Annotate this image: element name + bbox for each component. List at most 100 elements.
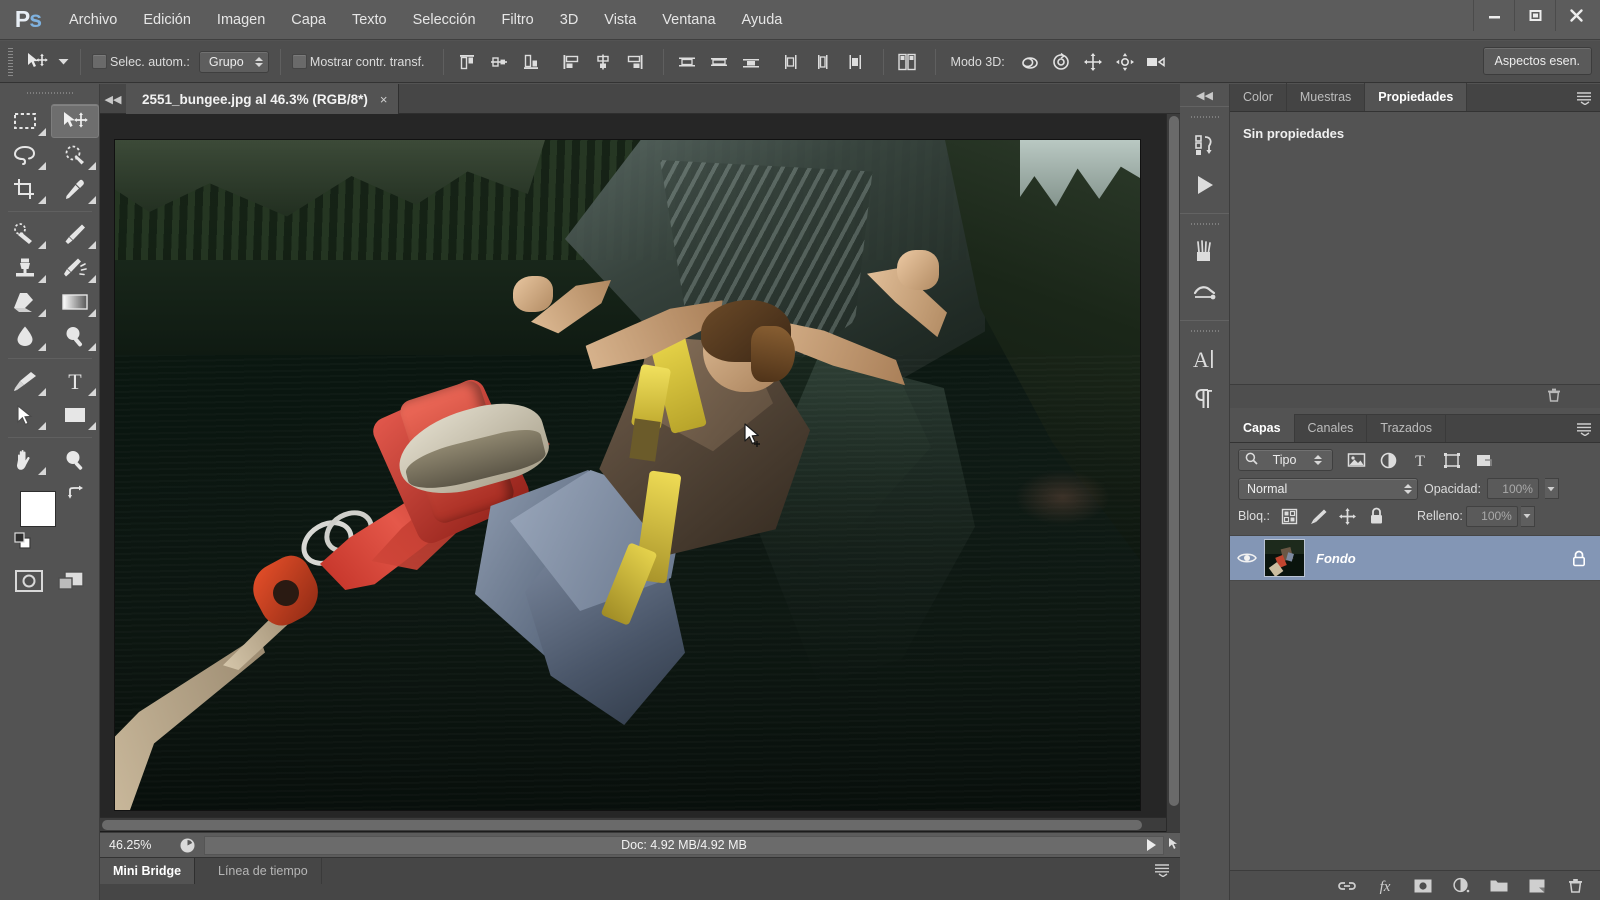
layer-style-fx-icon[interactable]: fx [1368,873,1402,899]
resize-grip[interactable] [1166,837,1180,854]
actions-panel-icon[interactable] [1180,165,1229,205]
menu-ayuda[interactable]: Ayuda [729,0,796,40]
pan-3d-icon[interactable] [1077,47,1109,77]
bottom-panel-menu-icon[interactable] [1154,863,1172,880]
new-adjustment-layer-icon[interactable] [1444,873,1478,899]
orbit-3d-icon[interactable] [1013,47,1045,77]
tools-panel-grip[interactable] [26,86,73,100]
tab-muestras[interactable]: Muestras [1287,83,1366,111]
layer-name[interactable]: Fondo [1316,551,1558,566]
character-panel-icon[interactable]: A [1180,339,1229,379]
menu-imagen[interactable]: Imagen [204,0,278,40]
zoom-level-field[interactable]: 46.25% [100,838,172,852]
timing-icon[interactable] [172,837,202,854]
filter-pixel-icon[interactable] [1341,448,1371,472]
properties-panel-menu-icon[interactable] [1576,91,1594,108]
distribute-right-edges-icon[interactable] [839,47,871,77]
tool-gradient[interactable] [51,285,99,319]
paragraph-panel-icon[interactable] [1180,379,1229,419]
delete-layer-icon[interactable] [1558,873,1592,899]
tool-rectangular-marquee[interactable] [1,104,49,138]
layer-thumbnail-cell[interactable] [1264,539,1311,577]
tool-pen[interactable] [1,364,49,398]
tool-quick-selection[interactable] [51,138,99,172]
tool-hand[interactable] [1,443,49,477]
tab-linea-de-tiempo[interactable]: Línea de tiempo [205,858,322,884]
menu-ventana[interactable]: Ventana [649,0,728,40]
tool-rectangle[interactable] [51,398,99,432]
canvas-vertical-scrollbar[interactable] [1166,114,1180,832]
tool-move[interactable] [51,104,99,138]
history-panel-icon[interactable] [1180,125,1229,165]
show-transform-checkbox[interactable] [291,54,307,69]
align-right-edges-icon[interactable] [619,47,651,77]
restore-button[interactable] [1514,0,1555,31]
opacity-stepper[interactable] [1544,478,1559,499]
document-tab[interactable]: 2551_bungee.jpg al 46.3% (RGB/8*) × [126,84,400,114]
new-group-icon[interactable] [1482,873,1516,899]
opacity-field[interactable]: 100% [1486,478,1539,499]
align-vertical-centers-icon[interactable] [483,47,515,77]
fill-stepper[interactable] [1520,505,1535,527]
layer-row-fondo[interactable]: Fondo [1230,536,1600,581]
image-canvas[interactable] [115,140,1140,810]
menu-capa[interactable]: Capa [278,0,339,40]
align-horizontal-centers-icon[interactable] [587,47,619,77]
canvas-horizontal-scrollbar[interactable] [100,817,1166,831]
screen-mode-icon[interactable] [57,569,85,596]
scrollbar-thumb[interactable] [1169,116,1179,806]
lock-image-pixels-icon[interactable] [1306,504,1332,528]
options-bar-grip[interactable] [6,46,16,77]
filter-smart-object-icon[interactable] [1469,448,1499,472]
dock-collapse-icon[interactable]: ◀◀ [1180,84,1229,106]
blend-mode-dropdown[interactable]: Normal [1238,477,1418,500]
filter-adjustment-icon[interactable] [1373,448,1403,472]
tool-history-brush[interactable] [51,251,99,285]
status-menu-arrow-icon[interactable] [1147,839,1156,851]
delete-icon[interactable] [1546,387,1562,406]
auto-select-checkbox[interactable] [92,54,107,69]
menu-filtro[interactable]: Filtro [489,0,547,40]
tool-eraser[interactable] [1,285,49,319]
auto-select-dropdown[interactable]: Grupo [198,50,269,73]
align-left-edges-icon[interactable] [555,47,587,77]
scrollbar-thumb[interactable] [102,820,1142,830]
tool-brush[interactable] [51,217,99,251]
lock-all-icon[interactable] [1364,504,1390,528]
tab-capas[interactable]: Capas [1230,414,1295,442]
canvas-area[interactable] [100,114,1180,832]
tool-preset-dropdown[interactable] [53,47,73,77]
menu-seleccion[interactable]: Selección [400,0,489,40]
align-top-edges-icon[interactable] [451,47,483,77]
tool-eyedropper[interactable] [51,172,99,206]
scale-3d-camera-icon[interactable] [1141,47,1173,77]
menu-texto[interactable]: Texto [339,0,400,40]
dock-group-grip[interactable] [1190,113,1219,121]
workspace-switcher-button[interactable]: Aspectos esen. [1482,47,1592,75]
default-colors-icon[interactable] [14,532,32,553]
slide-3d-icon[interactable] [1109,47,1141,77]
menu-3d[interactable]: 3D [547,0,592,40]
tool-lasso[interactable] [1,138,49,172]
align-bottom-edges-icon[interactable] [515,47,547,77]
tool-horizontal-type[interactable]: T [51,364,99,398]
filter-type-icon[interactable]: T [1405,448,1435,472]
tab-canales[interactable]: Canales [1295,414,1368,442]
brush-panel-icon[interactable] [1180,232,1229,272]
layers-panel-menu-icon[interactable] [1576,422,1594,439]
dock-group-grip[interactable] [1190,327,1219,335]
tab-propiedades[interactable]: Propiedades [1365,83,1468,111]
swap-colors-icon[interactable] [67,485,84,504]
filter-shape-icon[interactable] [1437,448,1467,472]
distribute-left-edges-icon[interactable] [775,47,807,77]
fill-field[interactable]: 100% [1465,505,1518,527]
roll-3d-icon[interactable] [1045,47,1077,77]
distribute-vertical-centers-icon[interactable] [703,47,735,77]
menu-archivo[interactable]: Archivo [56,0,130,40]
lock-position-icon[interactable] [1335,504,1361,528]
layer-filter-kind-dropdown[interactable]: Tipo [1238,449,1333,471]
tool-path-selection[interactable] [1,398,49,432]
document-info[interactable]: Doc: 4.92 MB/4.92 MB [204,835,1164,855]
lock-transparent-pixels-icon[interactable] [1277,504,1303,528]
tool-clone-stamp[interactable] [1,251,49,285]
